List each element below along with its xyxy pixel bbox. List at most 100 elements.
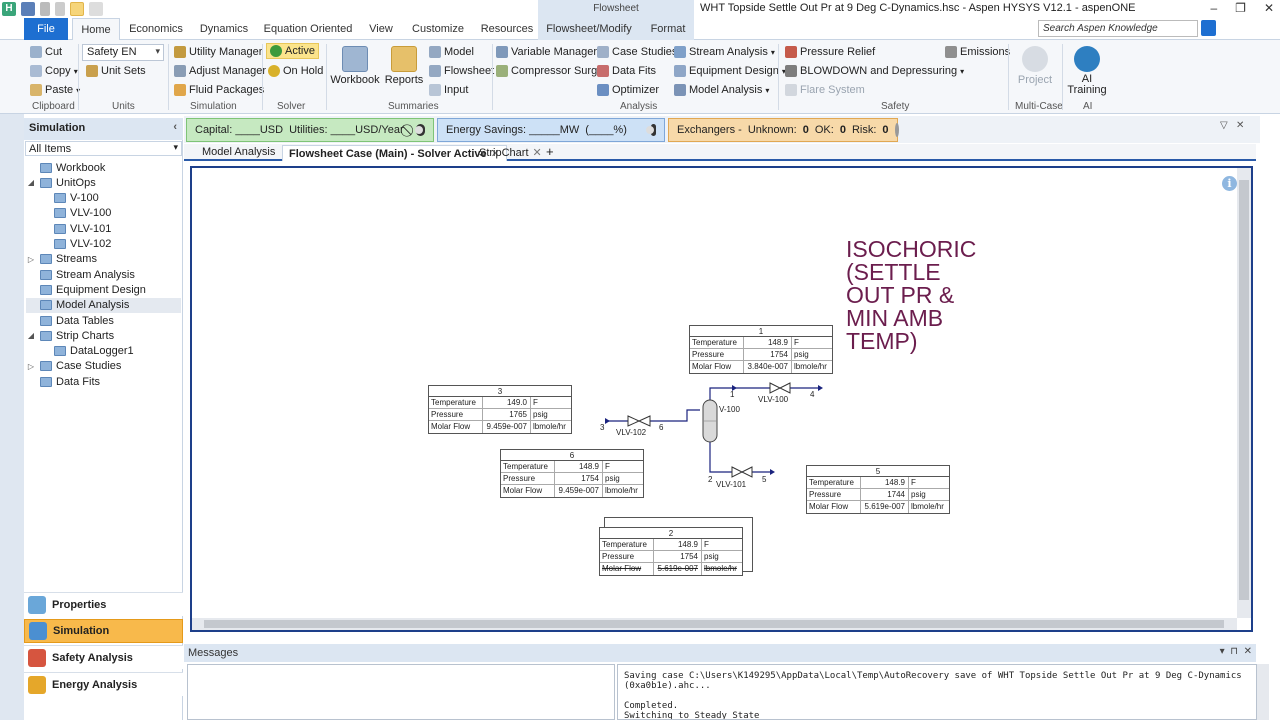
tree-item-data-fits[interactable]: Data Fits xyxy=(26,374,181,389)
tab-stripchart[interactable]: StripChart ✕ xyxy=(473,145,548,161)
gauge-icon[interactable] xyxy=(894,123,899,137)
energy-toggle[interactable] xyxy=(645,124,656,136)
cut-button[interactable]: Cut xyxy=(30,44,62,60)
label-vlv-102[interactable]: VLV-102 xyxy=(616,428,646,437)
valve-vlv-102[interactable] xyxy=(627,415,651,427)
label-vlv-100[interactable]: VLV-100 xyxy=(758,395,788,404)
tree-item-streams[interactable]: ▷ Streams xyxy=(26,252,181,267)
messages-log[interactable]: Saving case C:\Users\K149295\AppData\Loc… xyxy=(617,664,1257,720)
project-button[interactable]: Project xyxy=(1012,46,1058,86)
label-stream-6[interactable]: 6 xyxy=(659,423,663,432)
expander-icon[interactable]: ◢ xyxy=(26,331,36,340)
tab-equation-oriented[interactable]: Equation Oriented xyxy=(261,18,355,40)
nav-button-simulation[interactable]: Simulation xyxy=(24,619,183,643)
search-input[interactable]: Search Aspen Knowledge xyxy=(1038,20,1198,37)
navigator-filter-select[interactable]: All Items xyxy=(25,141,182,156)
paste-button[interactable]: Paste▾ xyxy=(30,82,80,98)
model-summary-button[interactable]: Model xyxy=(429,44,474,60)
label-stream-5[interactable]: 5 xyxy=(762,475,766,484)
tree-item-case-studies[interactable]: ▷ Case Studies xyxy=(26,359,181,374)
minimize-button[interactable]: – xyxy=(1210,0,1217,16)
fluid-packages-button[interactable]: Fluid Packages xyxy=(174,82,264,98)
close-icon[interactable]: ✕ xyxy=(1244,646,1252,657)
tree-item-unitops[interactable]: ◢ UnitOps xyxy=(26,175,181,190)
tab-economics[interactable]: Economics xyxy=(124,18,188,40)
tab-format[interactable]: Format xyxy=(643,18,693,40)
adjust-manager-button[interactable]: Adjust Manager xyxy=(174,63,266,79)
economics-status[interactable]: Capital: ____USD Utilities: ____USD/Year… xyxy=(186,118,434,142)
undo-icon[interactable] xyxy=(40,2,50,16)
expander-icon[interactable]: ▷ xyxy=(26,255,36,264)
variable-manager-button[interactable]: Variable Manager xyxy=(496,44,597,60)
expander-icon[interactable]: ◢ xyxy=(26,178,36,187)
scroll-thumb[interactable] xyxy=(204,620,1224,628)
unit-sets-button[interactable]: Unit Sets xyxy=(86,63,146,79)
compressor-surge-button[interactable]: Compressor Surge xyxy=(496,63,603,79)
tree-item-vlv-101[interactable]: VLV-101 xyxy=(40,221,181,236)
tab-customize[interactable]: Customize xyxy=(407,18,469,40)
exchanger-status[interactable]: Exchangers - Unknown: 0 OK: 0 Risk: 0 xyxy=(668,118,899,142)
close-icon[interactable]: ✕ xyxy=(1236,120,1244,131)
expander-icon[interactable]: ▷ xyxy=(26,362,36,371)
horizontal-scrollbar[interactable] xyxy=(192,618,1237,630)
tree-item-workbook[interactable]: Workbook xyxy=(26,160,181,175)
ai-training-button[interactable]: AI Training xyxy=(1064,46,1110,96)
valve-vlv-100[interactable] xyxy=(769,382,791,394)
pin-icon[interactable]: ⊓ xyxy=(1230,646,1238,657)
nav-button-energy-analysis[interactable]: Energy Analysis xyxy=(24,672,183,696)
tree-item-vlv-100[interactable]: VLV-100 xyxy=(40,206,181,221)
tree-item-strip-charts[interactable]: ◢ Strip Charts xyxy=(26,328,181,343)
tree-item-data-tables[interactable]: Data Tables xyxy=(26,313,181,328)
chevron-down-icon[interactable]: ▾ xyxy=(1220,646,1225,657)
unit-set-combo[interactable]: Safety EN xyxy=(82,44,164,61)
tab-file[interactable]: File xyxy=(24,18,68,40)
economics-toggle[interactable] xyxy=(414,124,425,136)
nav-button-properties[interactable]: Properties xyxy=(24,592,183,616)
utility-manager-button[interactable]: Utility Manager xyxy=(174,44,262,60)
reports-button[interactable]: Reports xyxy=(384,46,424,86)
label-v-100[interactable]: V-100 xyxy=(719,405,740,414)
vertical-scrollbar[interactable] xyxy=(1237,168,1251,618)
property-table-stream-5[interactable]: 5 Temperature 148.9 F Pressure 1744 psig Mol… xyxy=(806,465,950,514)
emissions-button[interactable]: Emissions xyxy=(945,44,1010,60)
equipment-design-button[interactable]: Equipment Design ▾ xyxy=(674,63,786,79)
label-stream-2[interactable]: 2 xyxy=(708,475,712,484)
nav-button-safety-analysis[interactable]: Safety Analysis xyxy=(24,645,183,669)
flowsheet-summary-button[interactable]: Flowsheet xyxy=(429,63,494,79)
folder-icon[interactable] xyxy=(70,2,84,16)
redo-icon[interactable] xyxy=(55,2,65,16)
tree-item-equipment-design[interactable]: Equipment Design xyxy=(26,282,181,297)
label-stream-4[interactable]: 4 xyxy=(810,390,814,399)
tab-dynamics[interactable]: Dynamics xyxy=(193,18,255,40)
info-icon[interactable]: i xyxy=(1222,176,1237,191)
label-vlv-101[interactable]: VLV-101 xyxy=(716,480,746,489)
stream-6-line-b[interactable] xyxy=(668,409,700,422)
flare-system-button[interactable]: Flare System xyxy=(785,82,865,98)
workbook-button[interactable]: Workbook xyxy=(330,46,380,86)
close-button[interactable]: ✕ xyxy=(1264,0,1274,16)
data-fits-button[interactable]: Data Fits xyxy=(597,63,656,79)
tab-view[interactable]: View xyxy=(362,18,400,40)
blowdown-button[interactable]: BLOWDOWN and Depressuring ▾ xyxy=(785,63,964,79)
chevron-down-icon[interactable]: ▽ xyxy=(1220,120,1228,131)
property-table-stream-1[interactable]: 1 Temperature 148.9 F Pressure 1754 psig Mol… xyxy=(689,325,833,374)
input-summary-button[interactable]: Input xyxy=(429,82,468,98)
tab-home[interactable]: Home xyxy=(72,18,120,41)
property-table-stream-6[interactable]: 6 Temperature 148.9 F Pressure 1754 psig Mol… xyxy=(500,449,644,498)
messages-scrollbar[interactable] xyxy=(1257,664,1269,720)
energy-status[interactable]: Energy Savings: _____MW (____%) xyxy=(437,118,665,142)
messages-list[interactable] xyxy=(187,664,615,720)
tab-resources[interactable]: Resources xyxy=(477,18,537,40)
case-studies-button[interactable]: Case Studies xyxy=(597,44,677,60)
new-tab-button[interactable]: + xyxy=(540,145,560,161)
tab-model-analysis[interactable]: Model Analysis xyxy=(196,145,281,161)
tree-item-model-analysis[interactable]: Model Analysis xyxy=(26,297,181,313)
stream-2-line[interactable] xyxy=(709,440,732,473)
tree-item-vlv-102[interactable]: VLV-102 xyxy=(40,237,181,252)
tab-flowsheet-modify[interactable]: Flowsheet/Modify xyxy=(543,18,635,40)
separator-v-100[interactable] xyxy=(702,399,718,443)
property-table-stream-3[interactable]: 3 Temperature 149.0 F Pressure 1765 psig Mol… xyxy=(428,385,572,434)
collapse-icon[interactable]: ‹ xyxy=(173,121,177,133)
label-stream-1[interactable]: 1 xyxy=(730,390,734,399)
restore-button[interactable]: ❐ xyxy=(1235,0,1246,16)
